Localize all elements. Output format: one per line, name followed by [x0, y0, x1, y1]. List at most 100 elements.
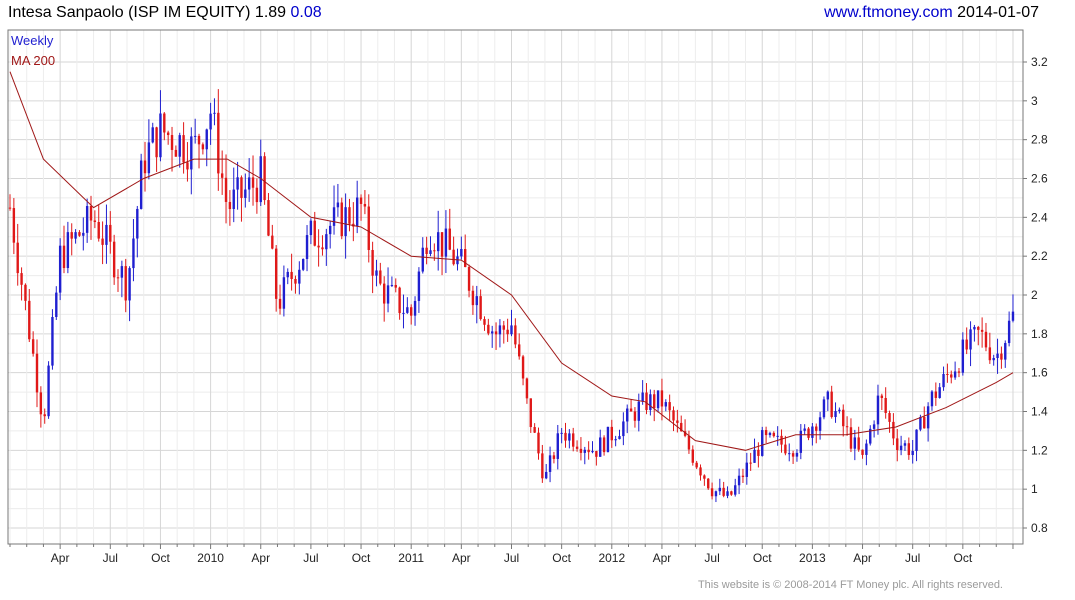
- price-bar-body: [436, 232, 440, 252]
- x-tick-label: Apr: [251, 551, 270, 565]
- price-bar-body: [911, 450, 914, 456]
- price-bar-body: [151, 127, 154, 143]
- price-bar-body: [143, 160, 147, 174]
- price-bar-body: [444, 228, 448, 257]
- price-bar-body: [595, 451, 598, 457]
- y-tick-label: 2.2: [1031, 249, 1048, 263]
- price-bar-body: [502, 325, 505, 330]
- price-bar-body: [85, 206, 89, 233]
- x-axis: Apr Jul Oct 2010 Apr Jul Oct 2011 Apr Jul Oct 2012 A…: [9, 544, 1014, 565]
- price-bar-body: [572, 433, 575, 447]
- copyright-footer: This website is © 2008-2014 FT Money plc…: [697, 579, 1003, 591]
- price-bar-body: [298, 269, 301, 284]
- price-bar-body: [521, 356, 525, 379]
- price-bar-body: [510, 325, 513, 335]
- price-bar-body: [344, 207, 347, 237]
- x-tick-label: Apr: [51, 551, 70, 565]
- x-tick-label: Apr: [853, 551, 872, 565]
- price-bar-body: [610, 426, 613, 441]
- price-bar-body: [390, 284, 394, 286]
- price-bar-body: [433, 250, 436, 252]
- price-bar-body: [518, 344, 521, 357]
- x-tick-label: 2012: [598, 551, 625, 565]
- price-bar-body: [244, 189, 247, 198]
- price-bar-body: [282, 277, 286, 309]
- y-tick-label: 3.2: [1031, 55, 1048, 69]
- price-bar-body: [950, 374, 953, 378]
- price-bar-body: [676, 420, 679, 423]
- price-bar-body: [382, 283, 386, 304]
- price-bar-body: [201, 144, 205, 150]
- price-bar-body: [849, 427, 853, 449]
- price-bar-body: [166, 132, 170, 136]
- price-bar-body: [753, 449, 756, 463]
- price-bar-body: [132, 238, 135, 269]
- price-bar-body: [317, 245, 320, 248]
- price-bar-body: [926, 406, 930, 429]
- price-bar-body: [734, 485, 737, 495]
- price-bar-body: [726, 491, 729, 496]
- price-bar-body: [321, 247, 324, 250]
- price-bar-body: [961, 339, 965, 373]
- price-bar-body: [263, 156, 266, 201]
- price-bar-body: [815, 426, 818, 431]
- price-bar-body: [930, 391, 934, 407]
- price-bar-body: [112, 241, 116, 278]
- x-tick-label: Oct: [552, 551, 571, 565]
- price-bar-body: [861, 449, 864, 455]
- price-bar-body: [97, 222, 100, 239]
- price-bar-body: [872, 424, 876, 429]
- price-bar-body: [599, 437, 602, 457]
- price-bar-body: [818, 417, 822, 431]
- price-bar-body: [988, 347, 992, 361]
- price-bar-body: [394, 284, 397, 288]
- price-bar-body: [498, 325, 502, 335]
- price-bar-body: [896, 438, 899, 451]
- price-bar-body: [687, 435, 691, 450]
- price-bar-body: [907, 443, 911, 456]
- price-bar-body: [301, 259, 305, 270]
- price-bar-body: [463, 249, 467, 268]
- price-bar-body: [795, 452, 799, 457]
- price-bar-body: [880, 395, 884, 399]
- price-bar-body: [545, 471, 548, 479]
- price-bar-body: [440, 232, 444, 257]
- price-bar-body: [467, 267, 471, 291]
- y-tick-label: 2.4: [1031, 210, 1048, 224]
- price-bar-body: [105, 224, 108, 245]
- price-bar-body: [101, 238, 104, 245]
- price-bar-body: [47, 365, 50, 417]
- price-bar-body: [313, 220, 316, 246]
- price-bar-body: [602, 437, 606, 453]
- price-bar-body: [35, 353, 39, 393]
- price-bar-body: [892, 421, 895, 439]
- price-bar-body: [39, 392, 43, 415]
- y-tick-label: 3: [1031, 94, 1038, 108]
- price-bar-body: [865, 443, 868, 455]
- price-bar-body: [903, 443, 907, 446]
- price-bar-body: [479, 296, 482, 320]
- price-bar-body: [20, 273, 23, 285]
- price-bar-body: [116, 277, 120, 279]
- x-tick-label: Oct: [151, 551, 170, 565]
- price-bar-body: [70, 232, 73, 239]
- price-bar-body: [660, 390, 664, 407]
- price-bar-body: [525, 378, 529, 399]
- price-bar-body: [768, 432, 772, 436]
- price-bar-body: [884, 398, 887, 414]
- price-bar-body: [614, 439, 617, 441]
- price-bar-body: [217, 112, 220, 174]
- price-bar-body: [294, 278, 297, 284]
- price-bar-body: [379, 270, 382, 284]
- price-bar-body: [618, 436, 621, 440]
- y-tick-label: 2.6: [1031, 172, 1048, 186]
- price-bar-body: [899, 445, 903, 451]
- price-bar-body: [529, 398, 532, 428]
- price-bar-body: [43, 414, 46, 417]
- price-bar-body: [622, 421, 625, 437]
- price-bar-body: [1000, 353, 1003, 360]
- price-bar-body: [78, 232, 81, 236]
- price-bar-body: [51, 316, 54, 366]
- y-tick-label: 1.8: [1031, 327, 1048, 341]
- price-bar-body: [826, 391, 830, 400]
